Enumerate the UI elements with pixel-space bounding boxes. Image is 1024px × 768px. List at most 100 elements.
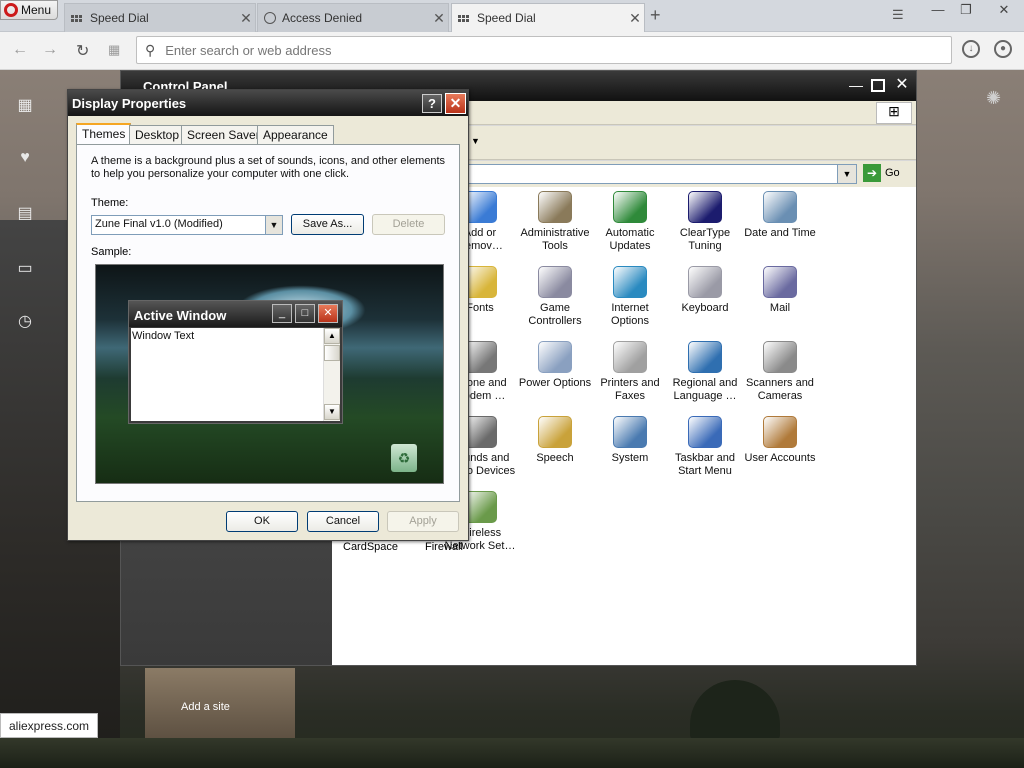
cp-item-label-line2: Network Set… bbox=[444, 540, 516, 552]
tab-close-icon[interactable]: ✕ bbox=[430, 10, 448, 27]
cp-item-icon bbox=[613, 416, 647, 448]
devices-icon[interactable]: ▭ bbox=[14, 258, 36, 277]
delete-button[interactable]: Delete bbox=[372, 214, 445, 235]
cp-maximize-icon[interactable] bbox=[871, 79, 885, 92]
cp-item[interactable]: Keyboard bbox=[666, 266, 744, 315]
cp-item[interactable]: Scanners and Cameras bbox=[741, 341, 819, 403]
tab-close-icon[interactable]: ✕ bbox=[237, 10, 255, 27]
cp-item[interactable]: Date and Time bbox=[741, 191, 819, 240]
close-window-button[interactable]: ✕ bbox=[986, 0, 1022, 22]
maximize-button[interactable]: ❐ bbox=[952, 0, 980, 22]
background-ground bbox=[0, 738, 1024, 768]
ok-button[interactable]: OK bbox=[226, 511, 298, 532]
cp-address-dropdown-icon[interactable]: ▼ bbox=[837, 164, 857, 184]
cp-item[interactable]: Power Options bbox=[516, 341, 594, 390]
cp-item-label-line2: Controllers bbox=[528, 315, 582, 327]
dp-title: Display Properties bbox=[72, 96, 187, 111]
cp-go-button[interactable]: ➔ Go bbox=[863, 164, 900, 182]
cp-item-icon bbox=[763, 191, 797, 223]
chevron-down-icon[interactable]: ▼ bbox=[471, 136, 480, 146]
cp-item-label-line2: Cameras bbox=[757, 390, 803, 402]
cp-item-icon bbox=[763, 416, 797, 448]
cp-item[interactable]: Taskbar and Start Menu bbox=[666, 416, 744, 478]
theme-select[interactable]: Zune Final v1.0 (Modified) ▼ bbox=[91, 215, 283, 235]
tab-menu-icon[interactable]: ☰ bbox=[892, 7, 904, 23]
scroll-thumb bbox=[324, 345, 340, 361]
cardspace-label[interactable]: CardSpace bbox=[343, 541, 398, 553]
window-text: Window Text bbox=[132, 330, 195, 342]
tab-close-icon[interactable]: ✕ bbox=[626, 10, 644, 27]
cp-item[interactable]: ClearType Tuning bbox=[666, 191, 744, 253]
cp-item-label: Taskbar and bbox=[675, 452, 735, 464]
tab-screen-saver[interactable]: Screen Saver bbox=[181, 125, 266, 145]
speed-dial-grid-icon[interactable]: ▦ bbox=[108, 42, 120, 58]
cp-item-label: Automatic bbox=[605, 227, 655, 239]
tab-themes[interactable]: Themes bbox=[76, 123, 132, 146]
news-icon[interactable]: ▤ bbox=[14, 203, 36, 222]
cp-item[interactable]: Regional and Language … bbox=[666, 341, 744, 403]
active-window-preview: Active Window _ □ ✕ Window Text ▲ ▼ bbox=[128, 300, 343, 424]
cp-item[interactable]: Internet Options bbox=[591, 266, 669, 328]
apply-button[interactable]: Apply bbox=[387, 511, 459, 532]
cp-item[interactable]: Automatic Updates bbox=[591, 191, 669, 253]
add-a-site-link[interactable]: Add a site bbox=[181, 701, 230, 713]
cp-item-label-line2: Updates bbox=[609, 240, 651, 252]
account-icon[interactable]: ● bbox=[994, 40, 1012, 58]
preview-minimize-icon: _ bbox=[272, 304, 292, 323]
help-button[interactable]: ? bbox=[422, 94, 442, 113]
active-window-title: Active Window bbox=[134, 308, 227, 323]
forward-arrow-icon[interactable]: → bbox=[42, 41, 58, 59]
dp-close-button[interactable]: ✕ bbox=[445, 93, 466, 114]
display-properties-dialog: Display Properties ? ✕ Themes Desktop Sc… bbox=[67, 89, 469, 541]
cp-item-icon bbox=[763, 341, 797, 373]
cp-minimize-icon[interactable]: — bbox=[847, 77, 865, 95]
chevron-down-icon[interactable]: ▼ bbox=[265, 216, 282, 234]
tab-desktop[interactable]: Desktop bbox=[129, 125, 186, 145]
go-label: Go bbox=[885, 167, 900, 179]
theme-description: A theme is a background plus a set of so… bbox=[91, 155, 446, 180]
cp-item[interactable]: Speech bbox=[516, 416, 594, 465]
scroll-up-icon: ▲ bbox=[324, 328, 340, 344]
reload-icon[interactable]: ↻ bbox=[76, 41, 89, 61]
cp-item[interactable]: Mail bbox=[741, 266, 819, 315]
cp-item[interactable]: Game Controllers bbox=[516, 266, 594, 328]
cp-item[interactable]: System bbox=[591, 416, 669, 465]
cp-item[interactable]: Printers and Faxes bbox=[591, 341, 669, 403]
cp-item-label: User Accounts bbox=[744, 452, 816, 464]
minimize-button[interactable]: — bbox=[924, 0, 952, 22]
save-as-button[interactable]: Save As... bbox=[291, 214, 364, 235]
address-bar[interactable]: ⚲ Enter search or web address bbox=[136, 36, 952, 64]
windows-logo-icon: ⊞ bbox=[876, 102, 912, 124]
download-icon[interactable]: ↓ bbox=[962, 40, 980, 58]
tab-speed-dial-2[interactable]: Speed Dial ✕ bbox=[451, 3, 645, 32]
cp-item-icon bbox=[613, 341, 647, 373]
gear-icon[interactable]: ✺ bbox=[986, 88, 1001, 109]
cp-item-label: Administrative bbox=[520, 227, 590, 239]
cp-item[interactable]: Administrative Tools bbox=[516, 191, 594, 253]
cp-item-icon bbox=[538, 191, 572, 223]
heart-icon[interactable]: ♥ bbox=[14, 149, 36, 167]
cp-item-icon bbox=[688, 416, 722, 448]
cp-item-icon bbox=[538, 266, 572, 298]
history-clock-icon[interactable]: ◷ bbox=[14, 311, 36, 330]
status-url-bar: aliexpress.com bbox=[0, 713, 99, 738]
cp-item-label-line2: Language … bbox=[673, 390, 737, 402]
new-tab-button[interactable]: + bbox=[650, 5, 661, 26]
opera-menu-button[interactable]: Menu bbox=[0, 0, 58, 20]
cp-close-icon[interactable]: ✕ bbox=[893, 77, 911, 95]
cp-item-label: Power Options bbox=[518, 377, 592, 389]
back-arrow-icon[interactable]: ← bbox=[12, 41, 28, 59]
tab-label: Speed Dial bbox=[477, 11, 536, 25]
cp-item[interactable]: User Accounts bbox=[741, 416, 819, 465]
cp-item-label: Mail bbox=[769, 302, 791, 314]
tab-access-denied[interactable]: Access Denied ✕ bbox=[257, 3, 449, 32]
browser-tab-bar: Menu Speed Dial ✕ Access Denied ✕ Speed … bbox=[0, 0, 1024, 32]
cp-item-icon bbox=[763, 266, 797, 298]
tab-appearance[interactable]: Appearance bbox=[257, 125, 334, 145]
speed-dial-sidebar-icon[interactable]: ▦ bbox=[14, 95, 36, 114]
theme-select-value: Zune Final v1.0 (Modified) bbox=[95, 218, 223, 230]
dp-titlebar[interactable]: Display Properties ? ✕ bbox=[68, 90, 468, 116]
tab-speed-dial-1[interactable]: Speed Dial ✕ bbox=[64, 3, 256, 32]
cancel-button[interactable]: Cancel bbox=[307, 511, 379, 532]
cp-item-icon bbox=[538, 416, 572, 448]
